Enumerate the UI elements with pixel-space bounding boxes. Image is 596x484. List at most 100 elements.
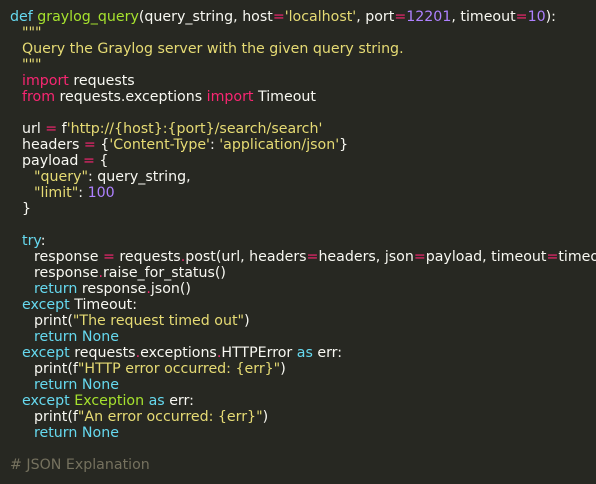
code-line: print(f"An error occurred: {err}") bbox=[0, 409, 596, 425]
code-token-default: err: bbox=[312, 345, 343, 361]
code-token-string: """ bbox=[22, 57, 42, 73]
code-token-operator: = bbox=[394, 9, 407, 25]
code-token-operator: import bbox=[206, 89, 254, 105]
code-token-operator: = bbox=[515, 9, 528, 25]
code-token-default: payload bbox=[22, 153, 83, 169]
code-token-keyword: return bbox=[34, 377, 78, 393]
code-token-default: : bbox=[209, 137, 220, 153]
code-line: payload = { bbox=[0, 153, 596, 169]
code-token-comment: # JSON Explanation bbox=[10, 457, 150, 473]
code-token-default: url bbox=[22, 121, 46, 137]
code-line: from requests.exceptions import Timeout bbox=[0, 89, 596, 105]
code-token-default: headers bbox=[22, 137, 84, 153]
code-token-operator: = bbox=[82, 153, 95, 169]
code-token-operator: from bbox=[22, 89, 56, 105]
code-token-default: , port bbox=[356, 9, 395, 25]
code-token-default: : bbox=[40, 233, 46, 249]
code-token-string: "query" bbox=[34, 169, 89, 185]
code-token-default: err: bbox=[164, 393, 194, 409]
code-token-keyword: as bbox=[296, 345, 313, 361]
code-token-number: 100 bbox=[87, 185, 115, 201]
code-line: Query the Graylog server with the given … bbox=[0, 41, 596, 57]
code-token-keyword: def bbox=[10, 9, 33, 25]
code-line: return None bbox=[0, 329, 596, 345]
code-token-default: headers, json bbox=[318, 249, 414, 265]
code-token-default: ) bbox=[262, 409, 269, 425]
code-token-keyword: return bbox=[34, 425, 78, 441]
code-line: } bbox=[0, 201, 596, 217]
code-line: def graylog_query(query_string, host='lo… bbox=[0, 9, 596, 25]
code-editor[interactable]: def graylog_query(query_string, host='lo… bbox=[0, 0, 596, 484]
code-line: return None bbox=[0, 425, 596, 441]
code-token-default: { bbox=[95, 137, 110, 153]
code-token-operator: = bbox=[413, 249, 426, 265]
code-token-keyword: as bbox=[148, 393, 165, 409]
code-token-default: requests bbox=[69, 345, 136, 361]
code-line: print("The request timed out") bbox=[0, 313, 596, 329]
code-token-default: f bbox=[57, 121, 67, 137]
code-token-string: """ bbox=[22, 25, 42, 41]
code-line: print(f"HTTP error occurred: {err}") bbox=[0, 361, 596, 377]
code-token-default: (query_string, host bbox=[138, 9, 273, 25]
code-token-default: ) bbox=[244, 313, 250, 329]
code-token-default: print(f bbox=[34, 409, 78, 425]
code-token-string: 'http://{host}:{port}/search/search' bbox=[66, 121, 323, 137]
code-token-default: ): bbox=[545, 9, 556, 25]
code-token-keyword: None bbox=[81, 329, 119, 345]
code-token-default: } bbox=[22, 201, 32, 217]
code-token-default: Timeout bbox=[253, 89, 316, 105]
code-token-operator: = bbox=[102, 249, 115, 265]
code-token-string: "The request timed out" bbox=[72, 313, 245, 329]
code-token-default: response bbox=[77, 281, 147, 297]
code-token-keyword: except bbox=[22, 297, 70, 313]
code-token-default: : bbox=[78, 185, 88, 201]
code-token-default: requests bbox=[114, 249, 181, 265]
code-token-string: "HTTP error occurred: {err}" bbox=[77, 361, 281, 377]
code-line: return response.json() bbox=[0, 281, 596, 297]
code-token-default: exceptions bbox=[140, 345, 217, 361]
code-token-operator: import bbox=[22, 73, 69, 89]
code-token-keyword: return bbox=[34, 281, 78, 297]
code-token-number: 12201 bbox=[406, 9, 452, 25]
code-token-default: raise_for_status() bbox=[102, 265, 226, 281]
code-token-default: payload, timeout bbox=[425, 249, 547, 265]
code-token-number: 10 bbox=[527, 9, 546, 25]
code-token-default: , timeout bbox=[451, 9, 516, 25]
code-token-function-name: graylog_query bbox=[37, 9, 139, 25]
code-token-default: requests.exceptions bbox=[55, 89, 207, 105]
code-line: except Exception as err: bbox=[0, 393, 596, 409]
code-token-string: 'Content-Type' bbox=[109, 137, 210, 153]
code-token-string: 'localhost' bbox=[284, 9, 357, 25]
code-token-default: timeout) bbox=[558, 249, 596, 265]
code-token-default: response bbox=[34, 265, 99, 281]
code-line: headers = {'Content-Type': 'application/… bbox=[0, 137, 596, 153]
code-line: try: bbox=[0, 233, 596, 249]
code-line: """ bbox=[0, 57, 596, 73]
code-token-default: json() bbox=[150, 281, 191, 297]
code-token-string: Query the Graylog server with the given … bbox=[22, 41, 404, 57]
code-token-keyword: except bbox=[22, 393, 70, 409]
code-line: response.raise_for_status() bbox=[0, 265, 596, 281]
code-line: # JSON Explanation bbox=[0, 457, 596, 473]
code-token-operator: = bbox=[272, 9, 285, 25]
code-token-string: 'application/json' bbox=[219, 137, 340, 153]
code-line: except Timeout: bbox=[0, 297, 596, 313]
code-line: "limit": 100 bbox=[0, 185, 596, 201]
code-line: url = f'http://{host}:{port}/search/sear… bbox=[0, 121, 596, 137]
code-token-keyword: return bbox=[34, 329, 78, 345]
code-token-default: } bbox=[339, 137, 349, 153]
code-line: "query": query_string, bbox=[0, 169, 596, 185]
code-token-operator: = bbox=[306, 249, 319, 265]
code-token-default: { bbox=[94, 153, 109, 169]
code-token-string: "An error occurred: {err}" bbox=[77, 409, 263, 425]
code-token-default: HTTPError bbox=[221, 345, 297, 361]
code-line: except requests.exceptions.HTTPError as … bbox=[0, 345, 596, 361]
code-token-operator: = bbox=[45, 121, 58, 137]
code-token-keyword: None bbox=[81, 425, 119, 441]
code-line: """ bbox=[0, 25, 596, 41]
code-token-default: requests bbox=[68, 73, 135, 89]
code-line: response = requests.post(url, headers=he… bbox=[0, 249, 596, 265]
code-token-string: "limit" bbox=[34, 185, 79, 201]
